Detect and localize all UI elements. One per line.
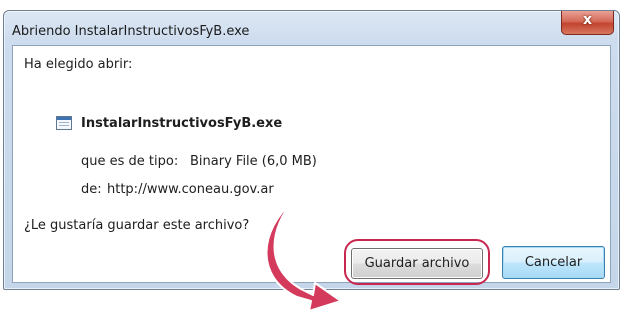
title-bar[interactable]: Abriendo InstalarInstructivosFyB.exe x [4, 11, 619, 45]
file-name: InstalarInstructivosFyB.exe [81, 116, 283, 131]
source-label: de: [81, 182, 102, 197]
file-type-value: Binary File (6,0 MB) [190, 154, 317, 169]
dialog-content: Ha elegido abrir: InstalarInstructivosFy… [12, 45, 611, 312]
executable-file-icon [56, 116, 72, 130]
download-dialog: Abriendo InstalarInstructivosFyB.exe x H… [3, 10, 620, 312]
source-url: http://www.coneau.gov.ar [107, 182, 274, 197]
close-icon: x [582, 12, 593, 28]
save-file-button[interactable]: Guardar archivo [351, 248, 483, 279]
window-title: Abriendo InstalarInstructivosFyB.exe [12, 24, 250, 39]
cancel-button[interactable]: Cancelar [502, 246, 605, 279]
intro-text: Ha elegido abrir: [24, 57, 133, 72]
close-button[interactable]: x [561, 11, 614, 35]
save-question: ¿Le gustaría guardar este archivo? [24, 218, 250, 233]
file-type-label: que es de tipo: [81, 154, 179, 169]
